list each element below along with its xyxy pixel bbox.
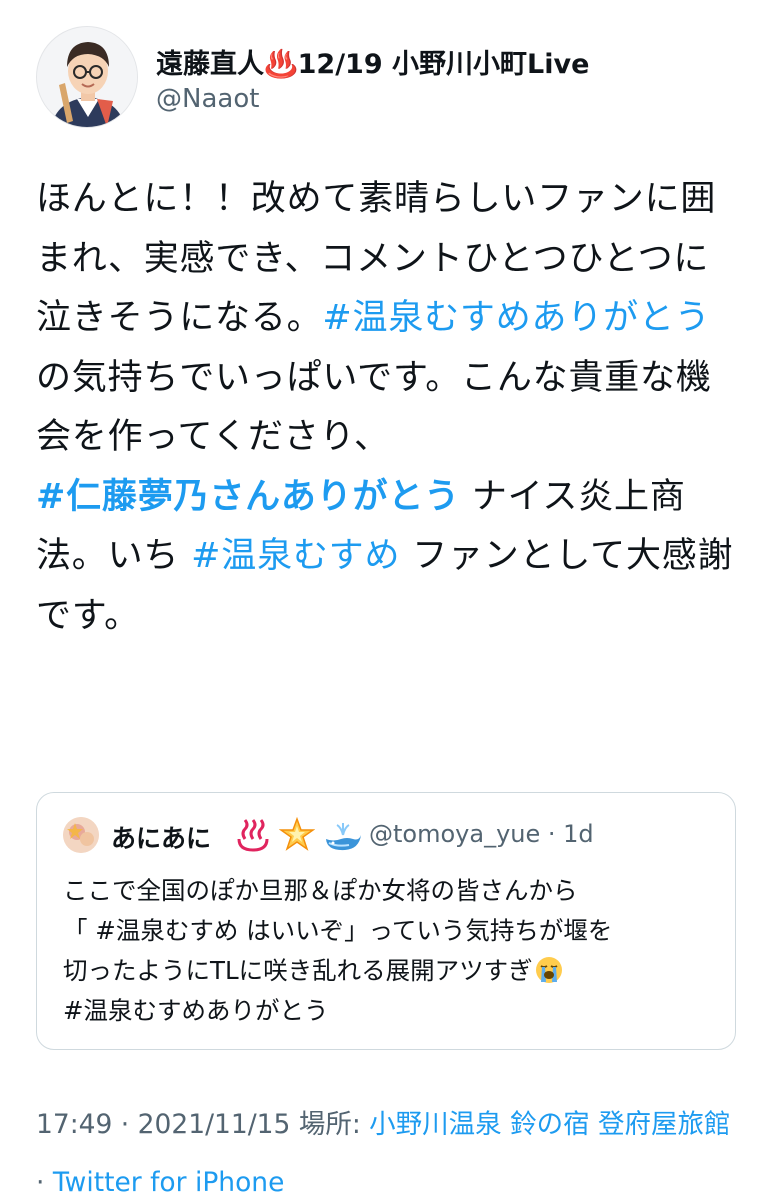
hashtag-link[interactable]: #温泉むすめ (191, 536, 400, 576)
quoted-avatar-icon (63, 817, 99, 853)
tweet-text-segment: の気持ちでいっぱいです。こんな貴重な機会を作ってくださり、 (36, 357, 712, 458)
quoted-author-avatar[interactable] (63, 817, 99, 853)
quoted-text-segment: 切ったようにTLに咲き乱れる展開アツすぎ (63, 956, 533, 985)
source-link[interactable]: Twitter for iPhone (53, 1167, 285, 1198)
tweet-metadata: 17:49 · 2021/11/15 場所: 小野川温泉 鈴の宿 登府屋旅館 ·… (36, 1096, 736, 1200)
quoted-text-line: 切ったようにTLに咲き乱れる展開アツすぎ (63, 951, 723, 991)
quoted-tweet-card[interactable]: あにあに @tomoya_yue · 1d ここで全国のぽか旦那＆ぽか女将の皆さ… (36, 792, 736, 1050)
hashtag-link[interactable]: #仁藤夢乃さんありがとう (36, 477, 460, 517)
quoted-author-handle[interactable]: @tomoya_yue · 1d (369, 820, 594, 848)
place-link[interactable]: 小野川温泉 鈴の宿 登府屋旅館 (369, 1109, 730, 1140)
tweet-body: ほんとに！！改めて素晴らしいファンに囲まれ、実感でき、コメントひとつひとつに泣き… (36, 170, 741, 646)
glowing-star-icon (279, 817, 315, 851)
quoted-text-line: #温泉むすめありがとう (63, 996, 329, 1025)
tweet-header: 遠藤直人♨️12/19 小野川小町Live @Naaot (36, 26, 736, 136)
tweet-timestamp[interactable]: 17:49 · 2021/11/15 (36, 1109, 290, 1140)
loudly-crying-face-icon (535, 957, 562, 983)
separator: · (36, 1167, 53, 1198)
hashtag-link[interactable]: #温泉むすめありがとう (322, 298, 710, 338)
quoted-tweet-body: ここで全国のぽか旦那＆ぽか女将の皆さんから 「 #温泉むすめ はいいぞ」っていう… (63, 871, 723, 1031)
hot-springs-icon (237, 819, 269, 852)
author-display-name[interactable]: 遠藤直人♨️12/19 小野川小町Live (156, 42, 589, 81)
quoted-text-line: ここで全国のぽか旦那＆ぽか女将の皆さんから (63, 876, 578, 905)
author-avatar[interactable] (36, 26, 138, 128)
quoted-author-name[interactable]: あにあに (111, 819, 211, 855)
quoted-text-line: 「 #温泉むすめ はいいぞ」っていう気持ちが堰を (63, 916, 613, 945)
spouting-whale-icon (326, 823, 361, 851)
author-handle[interactable]: @Naaot (156, 84, 259, 114)
quoted-tweet-header: あにあに @tomoya_yue · 1d (63, 817, 713, 855)
illustrated-portrait-icon (37, 27, 137, 127)
place-label: 場所: (290, 1109, 370, 1140)
